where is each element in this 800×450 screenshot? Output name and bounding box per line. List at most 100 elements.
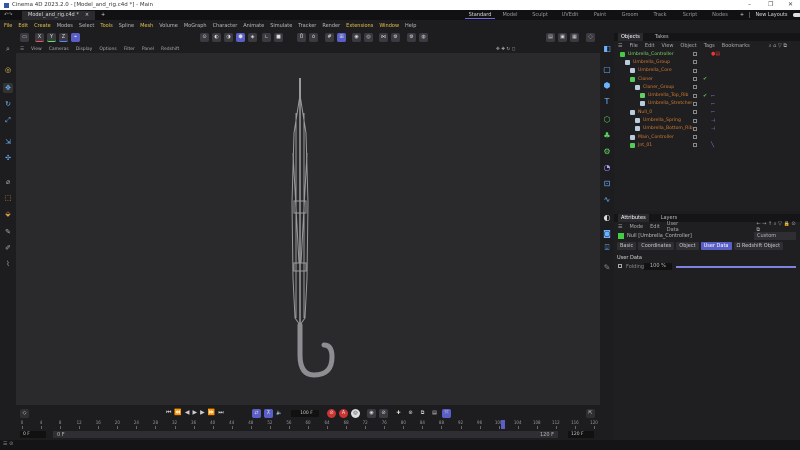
undo-icon[interactable]: ↶↷ <box>4 12 12 18</box>
menu-edit[interactable]: Edit <box>18 23 28 29</box>
xpresso-tag-icon[interactable]: ●▤ <box>711 51 720 57</box>
tweak-mode-icon[interactable]: ■ <box>274 33 283 42</box>
tab-basic[interactable]: Basic <box>617 242 637 250</box>
tree-item[interactable]: Cloner_Group <box>614 83 800 91</box>
folding-value-field[interactable]: 100 % <box>644 263 672 270</box>
visibility-toggle[interactable] <box>693 93 697 98</box>
y-axis-button[interactable]: Y <box>47 33 56 42</box>
constraint-tag-icon[interactable]: ⌐ <box>711 93 715 99</box>
menu-mograph[interactable]: MoGraph <box>184 23 207 29</box>
playhead[interactable] <box>501 420 506 429</box>
minimize-button[interactable]: – <box>748 1 751 8</box>
menu-window[interactable]: Window <box>379 23 399 29</box>
close-tab-icon[interactable]: × <box>85 12 89 18</box>
coordinate-system-button[interactable]: ⌖ <box>71 33 80 42</box>
environment-icon[interactable]: ◐ <box>602 213 612 223</box>
start-frame-field[interactable]: 0 F <box>20 431 46 438</box>
tab-objects[interactable]: Objects <box>618 33 643 41</box>
null-object-icon[interactable]: ◧ <box>602 44 612 54</box>
next-frame-icon[interactable]: ▶ <box>200 409 208 416</box>
visibility-toggle[interactable] <box>693 118 697 123</box>
close-button[interactable]: ✕ <box>788 1 793 8</box>
interactive-render-icon[interactable]: ◌ <box>586 33 595 42</box>
transform-tool-icon[interactable]: ⇲ <box>3 137 13 147</box>
sound-icon[interactable]: 🔈 <box>275 409 284 418</box>
3d-viewport[interactable] <box>16 53 600 405</box>
rotate-tool-icon[interactable]: ↻ <box>3 99 13 109</box>
viewport-menu-redshift[interactable]: Redshift <box>161 47 179 52</box>
edges-mode-icon[interactable]: ◐ <box>212 33 221 42</box>
viewport-menu-panel[interactable]: Panel <box>142 47 154 52</box>
snap-icon[interactable]: ⊞ <box>337 33 346 42</box>
timeline-settings-icon[interactable]: ⇱ <box>586 409 595 418</box>
z-axis-button[interactable]: Z <box>59 33 68 42</box>
layout-tab[interactable]: Script <box>675 12 705 18</box>
menu-render[interactable]: Render <box>322 23 340 29</box>
panel-icon[interactable]: ▭ <box>20 33 29 42</box>
redshift-icon[interactable]: ◍ <box>419 33 428 42</box>
x-axis-button[interactable]: X <box>35 33 44 42</box>
polygons-mode-icon[interactable]: ◑ <box>224 33 233 42</box>
enabled-check-icon[interactable]: ✔ <box>703 93 707 99</box>
constraint-tag-icon[interactable]: ⌐ <box>711 101 715 107</box>
field-icon[interactable]: ⊡ <box>602 179 612 189</box>
mograph-icon[interactable]: ♣ <box>602 131 612 141</box>
cloner-icon[interactable]: ⬡ <box>602 115 612 125</box>
bevel-tool-icon[interactable]: ⬙ <box>3 209 13 219</box>
camera-icon[interactable]: ◙ <box>602 229 612 239</box>
visibility-toggle[interactable] <box>693 101 697 106</box>
layout-tab[interactable]: Nodes <box>705 12 735 18</box>
tab-object[interactable]: Object <box>676 242 699 250</box>
visibility-toggle[interactable] <box>693 77 697 82</box>
menu-volume[interactable]: Volume <box>159 23 178 29</box>
maximize-button[interactable]: ❐ <box>768 1 773 8</box>
add-tab-button[interactable]: + <box>101 12 105 18</box>
tree-item[interactable]: Umbrella_Top_Rib ✔ ⌐ <box>614 91 800 99</box>
cube-object-icon[interactable]: ▢ <box>602 65 612 75</box>
attributes-menu-icon[interactable]: ☰ <box>618 224 622 230</box>
menu-file[interactable]: File <box>4 23 12 29</box>
new-layouts-button[interactable]: New Layouts <box>749 12 793 18</box>
move-tool-icon[interactable]: ✥ <box>3 83 13 93</box>
layout-tab[interactable]: Groom <box>615 12 645 18</box>
tree-item[interactable]: Umbrella_Bottom_Rib ⊣ <box>614 125 800 133</box>
record-icon[interactable]: ⊘ <box>327 409 336 418</box>
settings-icon[interactable]: ⚙ <box>391 33 400 42</box>
key-position-icon[interactable]: ◉ <box>367 409 376 418</box>
param-key-icon[interactable]: ▤ <box>430 409 439 418</box>
layout-tab[interactable]: Sculpt <box>525 12 555 18</box>
visibility-toggle[interactable] <box>693 60 697 65</box>
animate-toggle-icon[interactable] <box>618 264 622 268</box>
sketch-icon[interactable]: ✎ <box>602 263 612 273</box>
enabled-check-icon[interactable]: ✔ <box>703 76 707 82</box>
constraint-tag-icon[interactable]: ⌐ <box>711 109 715 115</box>
go-to-end-icon[interactable]: ⏭ <box>218 409 226 416</box>
objects-menu-view[interactable]: View <box>662 43 674 49</box>
move-key-icon[interactable]: ✚ <box>394 409 403 418</box>
text-object-icon[interactable]: T <box>602 97 612 107</box>
constraint-tag-icon[interactable]: ⊣ <box>711 126 715 132</box>
end-frame-field[interactable]: 120 F <box>568 431 594 438</box>
knife-tool-icon[interactable]: ⌀ <box>3 177 13 187</box>
ik-tag-icon[interactable]: ╲ <box>711 142 714 148</box>
menu-mesh[interactable]: Mesh <box>140 23 153 29</box>
tab-takes[interactable]: Takes <box>655 34 669 40</box>
autokey-icon[interactable]: A <box>339 409 348 418</box>
visibility-toggle[interactable] <box>693 143 697 148</box>
attributes-menu-edit[interactable]: Edit <box>650 224 660 230</box>
constraint-tag-icon[interactable]: ⊣ <box>711 118 715 124</box>
objects-menu-object[interactable]: Object <box>680 43 696 49</box>
points-mode-icon[interactable]: ⊙ <box>200 33 209 42</box>
selection-tool-icon[interactable]: ◎ <box>3 65 13 75</box>
fps-icon[interactable]: ⊼ <box>264 409 273 418</box>
menu-spline[interactable]: Spline <box>119 23 134 29</box>
workplane-icon[interactable]: ◉ <box>352 33 361 42</box>
viewport-menu-cameras[interactable]: Cameras <box>49 47 69 52</box>
add-layout-button[interactable]: + <box>735 12 749 18</box>
toggle-icon[interactable] <box>793 13 800 17</box>
next-key-icon[interactable]: ⏩ <box>208 409 218 416</box>
solo-icon[interactable]: Ů <box>297 33 306 42</box>
viewport-menu-options[interactable]: Options <box>99 47 116 52</box>
play-icon[interactable]: ▶ <box>193 409 201 416</box>
menu-select[interactable]: Select <box>79 23 94 29</box>
